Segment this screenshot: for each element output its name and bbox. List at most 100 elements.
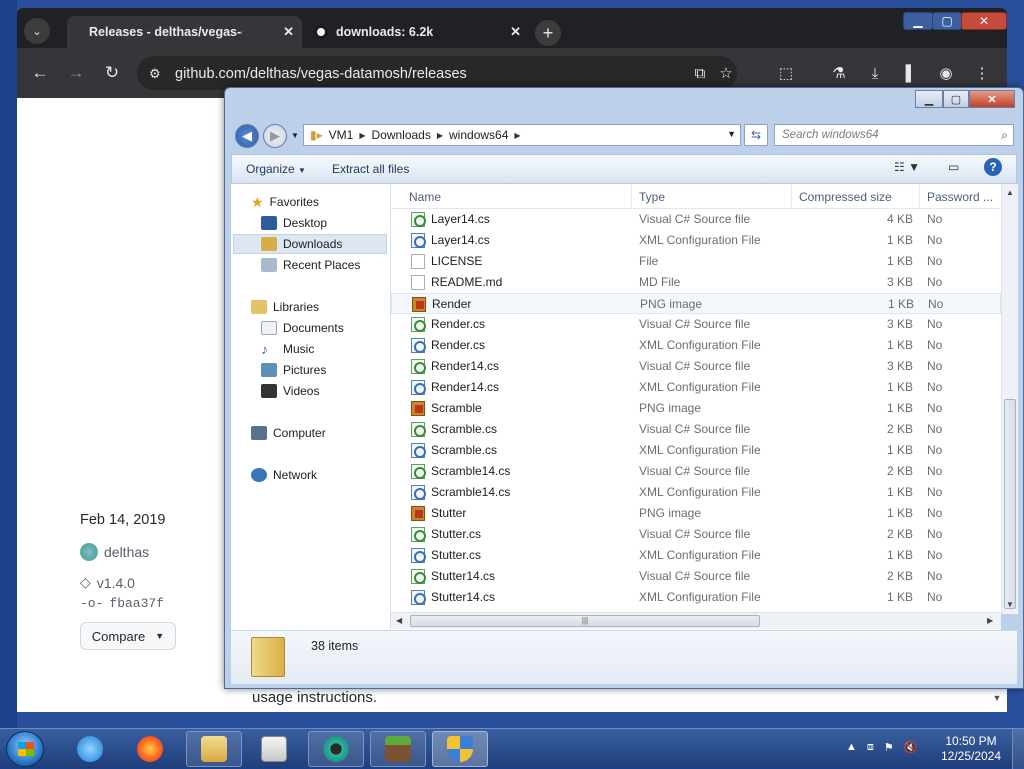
col-password[interactable]: Password ... xyxy=(927,190,993,204)
file-row[interactable]: Stutter14.cs XML Configuration File 1 KB No xyxy=(391,587,1001,608)
breadcrumb-vm1[interactable]: VM1 ▶ xyxy=(329,128,366,142)
tray-expand-icon[interactable]: ▲ xyxy=(846,741,857,754)
scroll-down-arrow-icon[interactable]: ▼ xyxy=(1006,600,1014,609)
file-row[interactable]: Scramble.cs XML Configuration File 1 KB No xyxy=(391,440,1001,461)
release-tag[interactable]: ◇ v1.4.0 xyxy=(80,574,135,591)
explorer-close-button[interactable]: ✕ xyxy=(969,90,1015,108)
col-name[interactable]: Name xyxy=(409,190,441,204)
start-button[interactable] xyxy=(6,731,44,767)
file-row[interactable]: Render PNG image 1 KB No xyxy=(391,293,1001,314)
tab-close-icon[interactable]: ✕ xyxy=(283,24,294,40)
col-type[interactable]: Type xyxy=(639,190,665,204)
explorer-maximize-button[interactable]: ▢ xyxy=(943,90,969,108)
install-app-icon[interactable]: ⧉ xyxy=(689,62,711,84)
nav-recent-places[interactable]: Recent Places xyxy=(261,255,360,275)
col-compressed-size[interactable]: Compressed size xyxy=(799,190,892,204)
file-row[interactable]: Render14.cs XML Configuration File 1 KB No xyxy=(391,377,1001,398)
file-row[interactable]: README.md MD File 3 KB No xyxy=(391,272,1001,293)
taskbar-media-player[interactable] xyxy=(246,731,302,767)
taskbar-minecraft[interactable] xyxy=(370,731,426,767)
action-center-flag-icon[interactable]: ⚑ xyxy=(884,741,894,754)
file-row[interactable]: Render14.cs Visual C# Source file 3 KB No xyxy=(391,356,1001,377)
profile-avatar-icon[interactable]: ◉ xyxy=(935,62,957,84)
column-divider[interactable] xyxy=(919,184,920,209)
side-panel-icon[interactable]: ▌ xyxy=(900,62,922,84)
minimize-button[interactable]: ▁ xyxy=(903,12,933,30)
file-row[interactable]: Scramble PNG image 1 KB No xyxy=(391,398,1001,419)
nav-videos[interactable]: Videos xyxy=(261,381,319,401)
maximize-button[interactable]: ▢ xyxy=(932,12,962,30)
taskbar-explorer[interactable] xyxy=(186,731,242,767)
file-row[interactable]: Render.cs Visual C# Source file 3 KB No xyxy=(391,314,1001,335)
vertical-scrollbar[interactable]: ▲ ▼ xyxy=(1001,184,1018,614)
tab-search-icon[interactable]: ⌄ xyxy=(24,18,50,44)
file-row[interactable]: Scramble.cs Visual C# Source file 2 KB No xyxy=(391,419,1001,440)
clock[interactable]: 10:50 PM 12/25/2024 xyxy=(936,734,1006,764)
tab-releases[interactable]: Releases - delthas/vegas-datamosh ✕ xyxy=(67,16,302,48)
download-icon[interactable]: ⤓ xyxy=(864,62,886,84)
organize-button[interactable]: Organize ▼ xyxy=(246,162,306,176)
back-arrow-icon[interactable]: ← xyxy=(29,62,51,84)
breadcrumb-downloads[interactable]: Downloads ▶ xyxy=(371,128,443,142)
labs-flask-icon[interactable]: ⚗ xyxy=(828,62,850,84)
site-info-icon[interactable]: ⚙ xyxy=(149,66,161,82)
release-commit[interactable]: -o- fbaa37f xyxy=(80,596,164,611)
network-tray-icon[interactable]: ⧈ xyxy=(867,741,874,754)
bookmark-star-icon[interactable]: ☆ xyxy=(715,62,737,84)
file-row[interactable]: Stutter14.cs Visual C# Source file 2 KB No xyxy=(391,566,1001,587)
address-dropdown-icon[interactable]: ▼ xyxy=(727,129,736,139)
release-author[interactable]: delthas xyxy=(80,543,149,561)
file-row[interactable]: Stutter.cs XML Configuration File 1 KB No xyxy=(391,545,1001,566)
tab-close-icon[interactable]: ✕ xyxy=(510,24,521,40)
taskbar-security[interactable] xyxy=(432,731,488,767)
taskbar-chrome[interactable] xyxy=(308,731,364,767)
breadcrumb-bar[interactable]: ▮▸ VM1 ▶ Downloads ▶ windows64 ▶ ▼ xyxy=(303,124,741,146)
new-tab-button[interactable]: + xyxy=(535,20,561,46)
horizontal-scrollbar[interactable]: ◀ ||| ▶ xyxy=(391,612,1001,629)
nav-desktop[interactable]: Desktop xyxy=(261,213,327,233)
search-input[interactable]: Search windows64 ⌕ xyxy=(774,124,1014,146)
column-divider[interactable] xyxy=(791,184,792,209)
compare-button[interactable]: Compare ▼ xyxy=(80,622,176,650)
nav-music[interactable]: ♪ Music xyxy=(261,339,314,359)
file-row[interactable]: Layer14.cs Visual C# Source file 4 KB No xyxy=(391,209,1001,230)
file-row[interactable]: Scramble14.cs Visual C# Source file 2 KB No xyxy=(391,461,1001,482)
back-button[interactable]: ◀ xyxy=(235,124,259,148)
extensions-icon[interactable]: ⬚ xyxy=(775,62,797,84)
nav-computer[interactable]: Computer xyxy=(251,423,326,443)
breadcrumb-windows64[interactable]: windows64 ▶ xyxy=(449,128,521,142)
explorer-minimize-button[interactable]: ▁ xyxy=(915,90,943,108)
nav-network[interactable]: Network xyxy=(251,465,317,485)
column-divider[interactable] xyxy=(631,184,632,209)
horizontal-scroll-thumb[interactable]: ||| xyxy=(410,615,760,627)
explorer-titlebar[interactable]: ▁ ▢ ✕ xyxy=(225,88,1023,116)
file-row[interactable]: Stutter.cs Visual C# Source file 2 KB No xyxy=(391,524,1001,545)
menu-kebab-icon[interactable]: ⋮ xyxy=(971,62,993,84)
scroll-right-arrow-icon[interactable]: ▶ xyxy=(987,616,993,625)
tab-downloads[interactable]: downloads: 6.2k ✕ xyxy=(304,16,529,48)
file-row[interactable]: Render.cs XML Configuration File 1 KB No xyxy=(391,335,1001,356)
taskbar-firefox[interactable] xyxy=(122,731,178,767)
nav-libraries[interactable]: Libraries xyxy=(251,297,319,317)
scroll-left-arrow-icon[interactable]: ◀ xyxy=(396,616,402,625)
close-button[interactable]: ✕ xyxy=(961,12,1007,30)
forward-arrow-icon[interactable]: → xyxy=(65,62,87,84)
nav-pictures[interactable]: Pictures xyxy=(261,360,326,380)
scroll-down-arrow-icon[interactable]: ▼ xyxy=(988,688,1006,708)
nav-documents[interactable]: Documents xyxy=(261,318,344,338)
refresh-icon[interactable]: ⇆ xyxy=(744,124,768,146)
file-row[interactable]: LICENSE File 1 KB No xyxy=(391,251,1001,272)
preview-pane-icon[interactable]: ▭ xyxy=(948,160,959,174)
help-icon[interactable]: ? xyxy=(984,158,1002,176)
scroll-up-arrow-icon[interactable]: ▲ xyxy=(1006,188,1014,197)
address-bar[interactable]: ⚙ github.com/delthas/vegas-datamosh/rele… xyxy=(137,56,737,90)
nav-downloads[interactable]: Downloads xyxy=(233,234,387,254)
file-row[interactable]: Stutter PNG image 1 KB No xyxy=(391,503,1001,524)
nav-favorites[interactable]: ★ Favorites xyxy=(251,192,319,212)
recent-pages-dropdown-icon[interactable]: ▼ xyxy=(291,131,299,140)
taskbar-internet-explorer[interactable] xyxy=(62,731,118,767)
reload-icon[interactable]: ↻ xyxy=(101,62,123,84)
file-row[interactable]: Scramble14.cs XML Configuration File 1 KB N… xyxy=(391,482,1001,503)
extract-all-button[interactable]: Extract all files xyxy=(332,162,409,176)
vertical-scroll-thumb[interactable] xyxy=(1004,399,1016,609)
